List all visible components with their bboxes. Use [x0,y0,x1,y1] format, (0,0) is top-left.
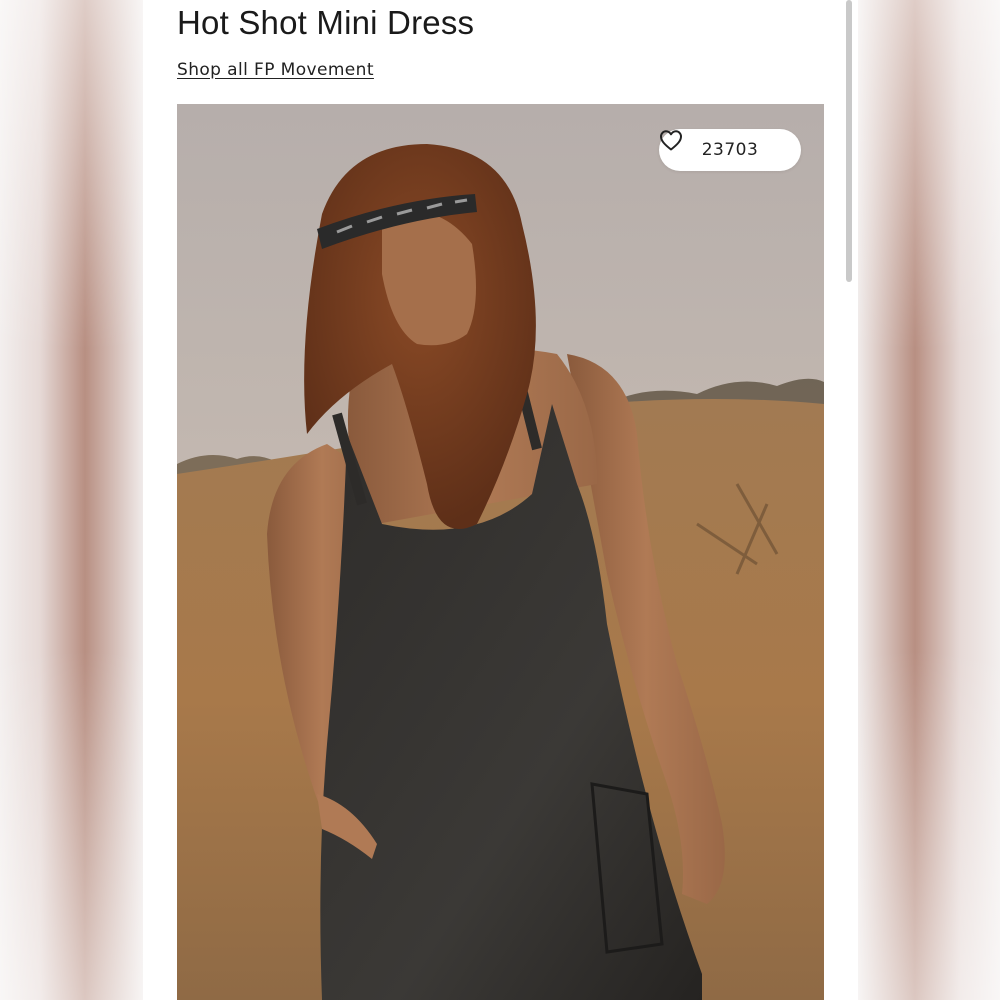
model-photo [177,104,824,1000]
shop-all-link[interactable]: Shop all FP Movement [177,60,374,80]
product-title: Hot Shot Mini Dress [177,4,475,41]
heart-outline-icon [660,130,682,151]
like-count: 23703 [701,140,759,160]
scrollbar[interactable] [846,0,852,282]
like-button[interactable]: 23703 [659,129,801,171]
product-page: Hot Shot Mini Dress Shop all FP Movement [143,0,858,1000]
product-image[interactable]: 23703 [177,104,824,1000]
